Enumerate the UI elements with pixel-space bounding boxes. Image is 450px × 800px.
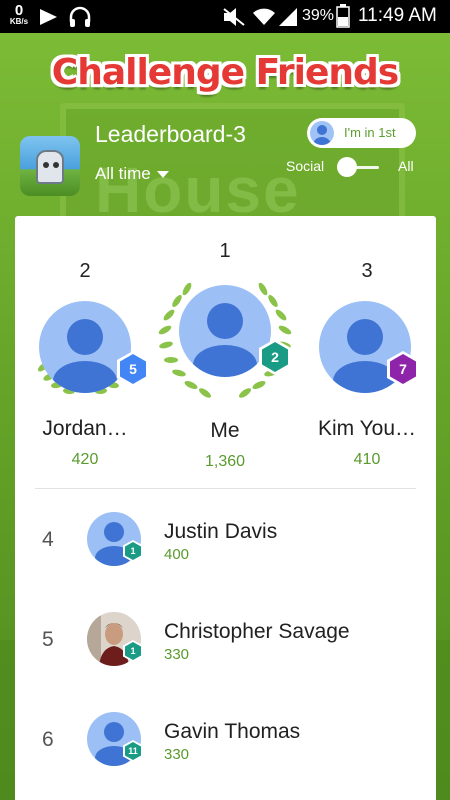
row-score: 330 [164, 746, 190, 763]
battery-percent: 39% [302, 7, 335, 24]
podium-rank: 1 [219, 240, 231, 262]
page-title: Challenge Friends [51, 52, 399, 93]
level-number: 1 [130, 646, 136, 656]
network-speed-value: 0 [14, 2, 24, 19]
battery-icon [336, 4, 350, 28]
row-rank: 4 [42, 528, 54, 551]
play-icon [40, 9, 57, 25]
caret-down-icon [156, 171, 169, 179]
divider [35, 488, 416, 489]
podium-score: 1,360 [204, 453, 246, 470]
podium-name: Kim You… [317, 417, 417, 440]
row-rank: 5 [42, 628, 54, 651]
player-avatar [179, 285, 271, 377]
row-rank: 6 [42, 728, 54, 751]
level-number: 7 [399, 361, 407, 377]
level-number: 2 [271, 349, 279, 365]
podium-name: Jordan… [42, 417, 128, 440]
level-number: 11 [128, 746, 138, 756]
podium-first[interactable]: 1 2 Me 1,360 [155, 240, 295, 471]
row-name: Gavin Thomas [164, 720, 301, 743]
headphones-icon [69, 6, 91, 27]
clock: 11:49 AM [358, 5, 437, 26]
row-name: Justin Davis [164, 520, 278, 543]
podium-avatar-wrap: 5 [25, 297, 149, 417]
podium-score: 420 [71, 451, 99, 468]
leaderboard-row[interactable]: 4 1 Justin Davis 400 [15, 490, 436, 590]
podium-third[interactable]: 3 7 Kim You… 410 [307, 260, 427, 469]
row-name: Christopher Savage [164, 620, 350, 643]
toggle-label-social: Social [286, 158, 325, 174]
row-score: 400 [164, 546, 190, 563]
podium-rank: 2 [79, 260, 91, 282]
row-score: 330 [164, 646, 190, 663]
leaderboard-card: 2 5 Jordan… 420 1 2 Me 1,360 3 7 Kim You… [15, 216, 436, 800]
leaderboard-row[interactable]: 6 11 Gavin Thomas 330 [15, 690, 436, 790]
status-bar: 0 KB/s 39% 11:49 AM [0, 0, 450, 33]
wifi-icon [253, 8, 275, 25]
network-speed-unit: KB/s [9, 17, 29, 26]
podium-avatar-wrap: 2 [155, 275, 295, 415]
mute-icon [223, 8, 245, 26]
robot-mascot-icon [36, 150, 64, 184]
time-filter-label: All time [95, 164, 151, 183]
game-icon [20, 136, 80, 196]
podium-second[interactable]: 2 5 Jordan… 420 [25, 260, 149, 469]
player-avatar [39, 301, 131, 393]
level-number: 5 [129, 361, 137, 377]
leaderboard-row[interactable]: 5 1 Christopher Savage 330 [15, 590, 436, 690]
my-rank-chip[interactable]: I'm in 1st [307, 118, 416, 148]
my-avatar-icon [310, 121, 334, 145]
podium-avatar-wrap: 7 [307, 297, 427, 417]
my-rank-label: I'm in 1st [344, 125, 396, 140]
signal-icon [279, 8, 297, 26]
podium-score: 410 [353, 451, 381, 468]
toggle-label-all: All [398, 158, 414, 174]
leaderboard-name: Leaderboard-3 [95, 121, 246, 147]
podium-rank: 3 [361, 260, 373, 282]
level-number: 1 [130, 546, 136, 556]
network-speed: 0 KB/s [8, 3, 30, 26]
time-filter-dropdown[interactable]: All time [95, 164, 169, 184]
toggle-thumb [337, 157, 357, 177]
podium-name: Me [210, 419, 240, 442]
social-all-toggle[interactable] [337, 157, 381, 177]
